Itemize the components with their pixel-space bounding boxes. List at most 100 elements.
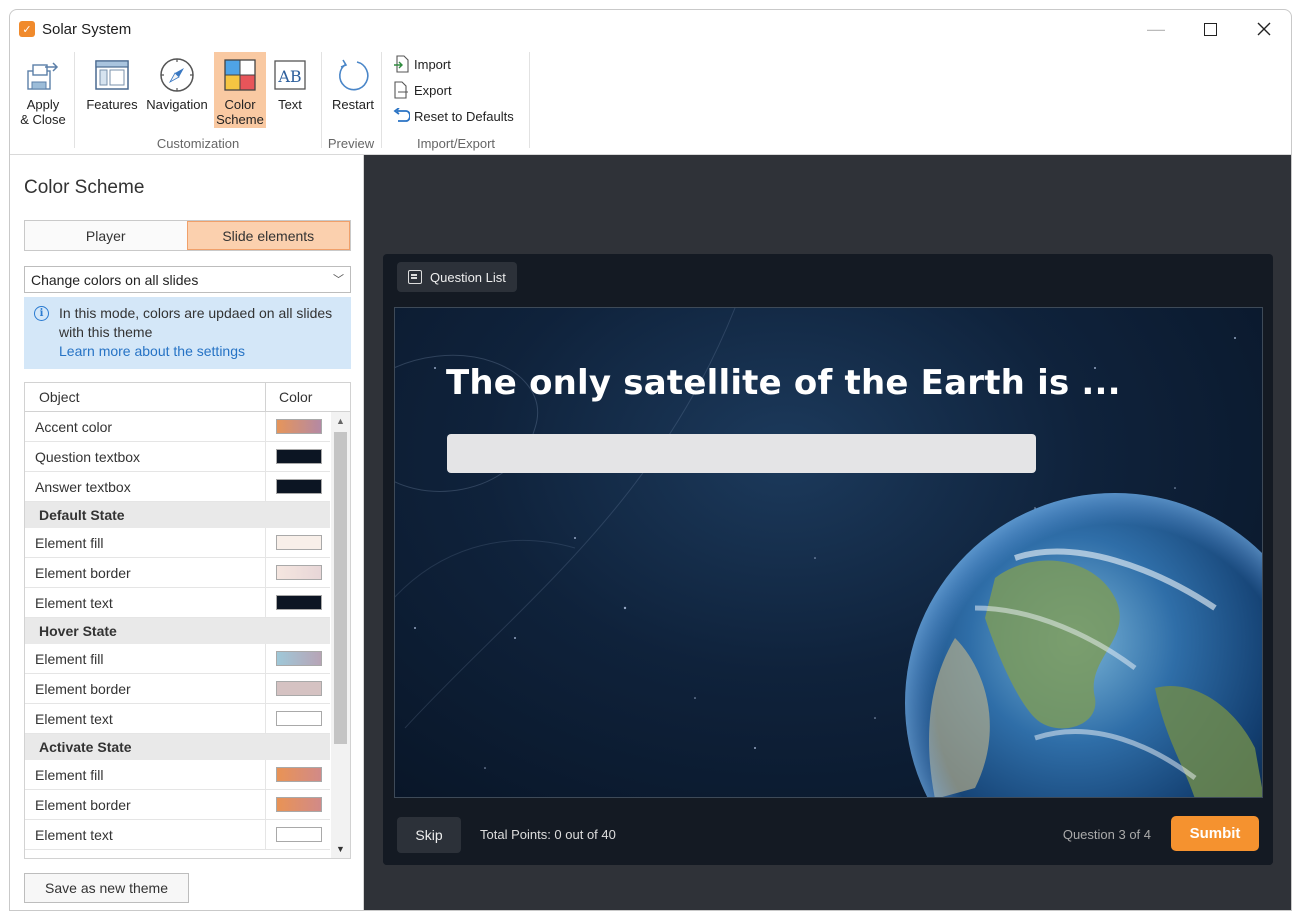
tab-player[interactable]: Player: [25, 221, 187, 250]
customization-group: Customization: [74, 48, 322, 155]
color-swatch[interactable]: [276, 681, 322, 696]
object-label: Element fill: [25, 644, 266, 673]
object-label: Answer textbox: [25, 472, 266, 501]
scroll-down-arrow-icon[interactable]: ▼: [336, 844, 345, 854]
table-row[interactable]: Element border: [25, 674, 330, 704]
object-label: Element text: [25, 820, 266, 849]
apply-close-label: Apply & Close: [20, 97, 66, 127]
color-swatch[interactable]: [276, 827, 322, 842]
total-points: Total Points: 0 out of 40: [480, 827, 616, 842]
color-swatch[interactable]: [276, 535, 322, 550]
color-swatch[interactable]: [276, 479, 322, 494]
object-label: Element border: [25, 790, 266, 819]
table-row[interactable]: Element text: [25, 820, 330, 850]
close-icon: [1257, 22, 1271, 36]
mode-select-value: Change colors on all slides: [31, 271, 199, 288]
color-cell: [266, 704, 330, 733]
color-cell: [266, 528, 330, 557]
color-swatch[interactable]: [276, 651, 322, 666]
ribbon: Apply & Close Features Navigation Color …: [10, 48, 1291, 155]
object-label: Question textbox: [25, 442, 266, 471]
import-export-group-label: Import/Export: [416, 136, 496, 151]
color-swatch[interactable]: [276, 797, 322, 812]
table-row[interactable]: Element text: [25, 704, 330, 734]
player-footer: Skip Total Points: 0 out of 40 Question …: [383, 801, 1273, 865]
color-cell: [266, 644, 330, 673]
color-swatch[interactable]: [276, 595, 322, 610]
table-row[interactable]: Element border: [25, 790, 330, 820]
color-swatch[interactable]: [276, 419, 322, 434]
info-box: i In this mode, colors are updaed on all…: [24, 297, 351, 369]
color-cell: [266, 674, 330, 703]
info-icon: i: [34, 306, 49, 321]
answer-input[interactable]: [447, 434, 1036, 473]
apply-close-button[interactable]: Apply & Close: [16, 52, 70, 128]
apply-close-icon: [24, 56, 62, 94]
table-group-header: Default State: [25, 502, 330, 528]
color-swatch[interactable]: [276, 565, 322, 580]
tab-slide-elements[interactable]: Slide elements: [186, 221, 350, 250]
table-row[interactable]: Element fill: [25, 528, 330, 558]
question-list-label: Question List: [430, 269, 506, 285]
object-column-header: Object: [25, 383, 266, 411]
list-icon: [408, 270, 422, 284]
save-as-new-theme-button[interactable]: Save as new theme: [24, 873, 189, 903]
table-body: Accent color Question textbox Answer textb…: [25, 412, 330, 850]
info-text: In this mode, colors are updaed on all s…: [59, 305, 333, 340]
import-export-group: Import/Export: [382, 48, 530, 155]
submit-button[interactable]: Sumbit: [1171, 816, 1259, 851]
maximize-icon: [1203, 22, 1217, 36]
table-row[interactable]: Element border: [25, 558, 330, 588]
object-label: Element fill: [25, 528, 266, 557]
color-cell: [266, 472, 330, 501]
table-scrollbar[interactable]: ▲ ▼: [331, 412, 350, 858]
app-window: ✓ Solar System — Apply & Close Features …: [9, 9, 1292, 911]
table-group-header: Activate State: [25, 734, 330, 760]
preview-group-label: Preview: [327, 136, 375, 151]
preview-area: Question List The only satellite of the …: [364, 155, 1291, 910]
table-row[interactable]: Element text: [25, 588, 330, 618]
table-group-header: Hover State: [25, 618, 330, 644]
customization-group-label: Customization: [156, 136, 240, 151]
window-controls: —: [1129, 10, 1291, 48]
scroll-up-arrow-icon[interactable]: ▲: [336, 416, 345, 426]
object-label: Element text: [25, 588, 266, 617]
color-swatch[interactable]: [276, 711, 322, 726]
app-checkbox-icon: ✓: [19, 21, 35, 37]
chevron-down-icon: ﹀: [333, 274, 344, 286]
object-label: Accent color: [25, 412, 266, 441]
quiz-player: Question List The only satellite of the …: [383, 254, 1273, 865]
preview-group: Preview: [322, 48, 380, 155]
table-header: Object Color: [25, 383, 350, 412]
title-bar: ✓ Solar System —: [10, 10, 1291, 48]
color-cell: [266, 760, 330, 789]
color-cell: [266, 558, 330, 587]
color-scheme-panel: Color Scheme Player Slide elements Chang…: [10, 155, 364, 910]
skip-button[interactable]: Skip: [397, 817, 461, 853]
table-row[interactable]: Answer textbox: [25, 472, 330, 502]
color-table: Object Color Accent color Question textbo…: [24, 382, 351, 859]
color-cell: [266, 588, 330, 617]
question-title: The only satellite of the Earth is ...: [446, 363, 1121, 403]
color-swatch[interactable]: [276, 449, 322, 464]
table-row[interactable]: Element fill: [25, 760, 330, 790]
close-button[interactable]: [1237, 10, 1291, 48]
maximize-button[interactable]: [1183, 10, 1237, 48]
mode-select[interactable]: Change colors on all slides ﹀: [24, 266, 351, 293]
table-row[interactable]: Element fill: [25, 644, 330, 674]
question-list-button[interactable]: Question List: [397, 262, 517, 292]
question-counter: Question 3 of 4: [1062, 827, 1151, 842]
color-swatch[interactable]: [276, 767, 322, 782]
minimize-button[interactable]: —: [1129, 10, 1183, 48]
color-cell: [266, 820, 330, 849]
slide: The only satellite of the Earth is ...: [394, 307, 1263, 798]
color-cell: [266, 790, 330, 819]
scrollbar-thumb[interactable]: [334, 432, 347, 744]
table-row[interactable]: Question textbox: [25, 442, 330, 472]
color-cell: [266, 442, 330, 471]
table-row[interactable]: Accent color: [25, 412, 330, 442]
object-label: Element text: [25, 704, 266, 733]
object-label: Element border: [25, 558, 266, 587]
scope-tabs: Player Slide elements: [24, 220, 351, 251]
learn-more-link[interactable]: Learn more about the settings: [59, 342, 341, 361]
